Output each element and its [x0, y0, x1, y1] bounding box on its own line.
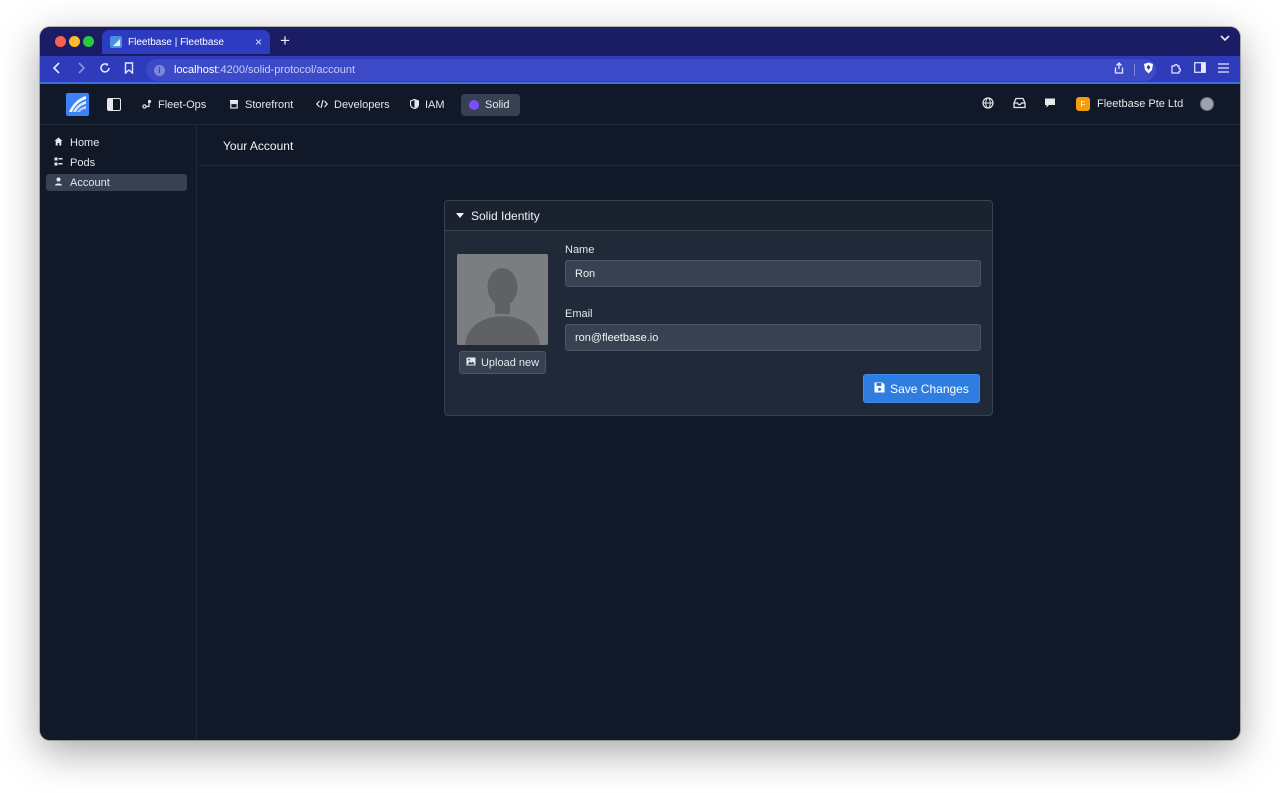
upload-new-button[interactable]: Upload new	[459, 351, 546, 374]
tab-search-chevron-icon[interactable]	[1220, 33, 1230, 45]
browser-tab[interactable]: Fleetbase | Fleetbase ×	[102, 30, 270, 54]
nav-label: Solid	[485, 99, 510, 111]
nav-label: Storefront	[245, 99, 294, 111]
new-tab-button[interactable]: +	[280, 31, 290, 51]
nav-storefront[interactable]: Storefront	[221, 94, 301, 116]
browser-toolbar: i localhost:4200/solid-protocol/account	[40, 56, 1240, 84]
solid-identity-panel: Solid Identity Upload new Name Email Sav	[444, 200, 993, 416]
sidebar-item-label: Account	[70, 176, 110, 189]
user-avatar[interactable]	[1200, 97, 1214, 111]
code-icon	[315, 99, 329, 112]
close-window-button[interactable]	[55, 36, 66, 47]
sidebar-toggle-icon[interactable]	[107, 98, 121, 111]
chat-icon[interactable]	[1044, 97, 1056, 112]
email-input[interactable]	[565, 324, 981, 351]
tab-strip: Fleetbase | Fleetbase × +	[40, 27, 1240, 56]
image-icon	[466, 357, 476, 369]
back-icon[interactable]	[52, 62, 62, 77]
nav-solid[interactable]: Solid	[461, 94, 520, 116]
home-icon	[54, 137, 64, 148]
sidebar-item-label: Pods	[70, 156, 96, 169]
org-avatar[interactable]: F	[1076, 97, 1090, 111]
bookmark-icon[interactable]	[124, 62, 134, 77]
extensions-icon[interactable]	[1170, 62, 1182, 77]
panel-header[interactable]: Solid Identity	[445, 201, 992, 231]
brave-shield-icon[interactable]	[1143, 62, 1154, 77]
nav-fleet-ops[interactable]: Fleet-Ops	[134, 94, 214, 116]
site-info-icon[interactable]: i	[154, 64, 165, 76]
address-bar[interactable]: i localhost:4200/solid-protocol/account	[146, 59, 1156, 81]
fleetbase-favicon-icon	[110, 36, 122, 48]
nav-label: IAM	[425, 99, 445, 111]
profile-avatar-image	[457, 254, 548, 345]
shield-icon	[409, 98, 420, 112]
solid-icon	[469, 100, 479, 110]
browser-window: Fleetbase | Fleetbase × + i localhost:42…	[40, 27, 1240, 740]
page-title: Your Account	[223, 139, 294, 153]
org-switcher[interactable]: Fleetbase Pte Ltd	[1097, 98, 1183, 110]
sidebar-item-label: Home	[70, 136, 100, 149]
user-icon	[54, 177, 64, 188]
store-icon	[229, 99, 239, 112]
menu-icon[interactable]	[1218, 62, 1229, 76]
fleetbase-logo-icon[interactable]	[66, 93, 89, 116]
nav-iam[interactable]: IAM	[402, 94, 453, 116]
url-text: localhost:4200/solid-protocol/account	[174, 64, 356, 76]
inbox-icon[interactable]	[1013, 97, 1026, 112]
share-icon[interactable]	[1114, 62, 1124, 77]
nav-developers[interactable]: Developers	[308, 94, 398, 116]
sidebar-item-home[interactable]: Home	[46, 134, 187, 151]
pods-icon	[54, 157, 64, 168]
save-icon	[874, 382, 885, 396]
save-changes-label: Save Changes	[890, 381, 969, 396]
caret-down-icon	[456, 211, 464, 221]
sidebar-panel-icon[interactable]	[1194, 62, 1206, 76]
upload-new-label: Upload new	[480, 356, 540, 369]
tab-title: Fleetbase | Fleetbase	[128, 36, 224, 48]
panel-title: Solid Identity	[471, 208, 540, 223]
minimize-window-button[interactable]	[69, 36, 80, 47]
sidebar-item-pods[interactable]: Pods	[46, 154, 187, 171]
forward-icon[interactable]	[76, 62, 86, 77]
tab-close-icon[interactable]: ×	[255, 35, 262, 49]
nav-label: Fleet-Ops	[158, 99, 207, 111]
nav-label: Developers	[334, 99, 390, 111]
page-header: Your Account	[198, 126, 1240, 166]
route-icon	[142, 99, 152, 112]
reload-icon[interactable]	[99, 62, 111, 77]
maximize-window-button[interactable]	[83, 36, 94, 47]
globe-icon[interactable]	[982, 97, 994, 112]
name-label: Name	[565, 244, 595, 256]
name-input[interactable]	[565, 260, 981, 287]
app-header: Fleet-Ops Storefront Developers IAM Soli…	[40, 86, 1240, 125]
sidebar: Home Pods Account	[40, 126, 197, 740]
save-changes-button[interactable]: Save Changes	[863, 374, 980, 403]
email-label: Email	[565, 308, 593, 320]
sidebar-item-account[interactable]: Account	[46, 174, 187, 191]
